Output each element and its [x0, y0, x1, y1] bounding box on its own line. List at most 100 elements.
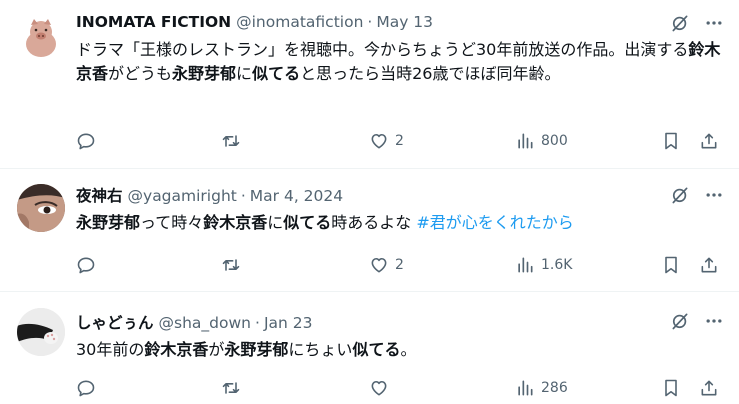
heart-icon [369, 255, 389, 275]
views-button[interactable]: 800 [515, 129, 568, 153]
display-name[interactable]: しゃどぅん [76, 311, 154, 333]
tweet-text-segment: 。 [400, 340, 417, 359]
reply-icon [76, 378, 96, 398]
retweet-button[interactable] [221, 129, 247, 153]
tweet-text-segment: と思ったら当時26歳でほぼ同年齢。 [300, 64, 561, 83]
separator-dot: · [367, 13, 373, 31]
reply-button[interactable] [76, 376, 102, 400]
share-button[interactable] [699, 129, 719, 153]
tweet-text: 永野芽郁って時々鈴木京香に似てる時あるよな #君が心をくれたから [76, 211, 721, 235]
tweet-header: 夜神右 @yagamiright · Mar 4, 2024 [76, 184, 343, 206]
reply-button[interactable] [76, 253, 102, 277]
bookmark-button[interactable] [661, 376, 681, 400]
tweet-date[interactable]: May 13 [376, 13, 433, 31]
highlighted-keyword: 似てる [252, 64, 301, 83]
retweet-icon [221, 131, 241, 151]
avatar[interactable] [17, 308, 65, 356]
separator-dot: · [255, 314, 260, 332]
bookmark-icon [661, 131, 681, 151]
tweet-text-segment: にちょい [288, 340, 353, 359]
grok-slash-icon[interactable] [669, 12, 691, 34]
tweet-text-segment: に [236, 64, 253, 83]
like-button[interactable]: 2 [369, 253, 404, 277]
tweet-text: ドラマ「王様のレストラン」を視聴中。今からちょうど30年前放送の作品。出演する鈴… [76, 38, 721, 86]
tweet-text-segment: が [208, 340, 225, 359]
avatar[interactable] [17, 14, 65, 62]
highlighted-keyword: 永野芽郁 [224, 340, 289, 359]
separator-dot: · [240, 187, 246, 205]
user-handle[interactable]: @sha_down [159, 314, 251, 332]
more-dots-icon[interactable] [703, 310, 725, 332]
highlighted-keyword: 鈴木京香 [203, 213, 268, 232]
share-icon [699, 131, 719, 151]
user-handle[interactable]: @yagamiright [128, 187, 237, 205]
retweet-button[interactable] [221, 376, 247, 400]
like-button[interactable] [369, 376, 395, 400]
views-button[interactable]: 286 [515, 376, 568, 400]
retweet-icon [221, 255, 241, 275]
display-name[interactable]: INOMATA FICTION [76, 13, 231, 31]
views-bar-icon [515, 131, 535, 151]
tweet-header: しゃどぅん @sha_down · Jan 23 [76, 311, 312, 333]
highlighted-keyword: 永野芽郁 [76, 213, 141, 232]
grok-slash-icon[interactable] [669, 310, 691, 332]
tweet-yagami[interactable]: 夜神右 @yagamiright · Mar 4, 2024 永野芽郁って時々鈴… [0, 169, 739, 291]
bookmark-icon [661, 378, 681, 398]
share-icon [699, 378, 719, 398]
highlighted-keyword: 似てる [283, 213, 332, 232]
highlighted-keyword: 鈴木京香 [144, 340, 209, 359]
bookmark-button[interactable] [661, 129, 681, 153]
reply-button[interactable] [76, 129, 102, 153]
tweet-actions: 286 [76, 376, 725, 400]
like-count: 2 [395, 133, 404, 149]
like-count: 2 [395, 257, 404, 273]
tweet-actions: 2 1.6K [76, 253, 725, 277]
grok-slash-icon[interactable] [669, 184, 691, 206]
share-button[interactable] [699, 253, 719, 277]
views-button[interactable]: 1.6K [515, 253, 572, 277]
view-count: 286 [541, 380, 568, 396]
tweet-date[interactable]: Mar 4, 2024 [250, 187, 343, 205]
avatar[interactable] [17, 184, 65, 232]
views-bar-icon [515, 378, 535, 398]
highlighted-keyword: 永野芽郁 [172, 64, 237, 83]
tweet-top-icons [669, 184, 725, 206]
pig-avatar-image [26, 19, 56, 57]
tweet-date[interactable]: Jan 23 [264, 314, 313, 332]
tweet-text-segment: に [267, 213, 284, 232]
tweet-inomata[interactable]: INOMATA FICTION @inomatafiction · May 13… [0, 0, 739, 168]
views-bar-icon [515, 255, 535, 275]
face-closeup-avatar-image [17, 184, 65, 232]
view-count: 1.6K [541, 257, 573, 273]
reply-icon [76, 131, 96, 151]
highlighted-keyword: 似てる [352, 340, 401, 359]
more-dots-icon[interactable] [703, 12, 725, 34]
tweet-top-icons [669, 12, 725, 34]
tweet-text-segment: 30年前の [76, 340, 145, 359]
tweet-shadown[interactable]: しゃどぅん @sha_down · Jan 23 30年前の鈴木京香が永野芽郁に… [0, 292, 739, 404]
heart-icon [369, 131, 389, 151]
tweet-header: INOMATA FICTION @inomatafiction · May 13 [76, 13, 433, 31]
tweet-text-segment: 時あるよな [331, 213, 417, 232]
display-name[interactable]: 夜神右 [76, 184, 123, 206]
tweet-text: 30年前の鈴木京香が永野芽郁にちょい似てる。 [76, 338, 721, 362]
retweet-button[interactable] [221, 253, 247, 277]
tweet-text-segment: がどうも [108, 64, 173, 83]
bookmark-icon [661, 255, 681, 275]
more-dots-icon[interactable] [703, 184, 725, 206]
like-button[interactable]: 2 [369, 129, 404, 153]
user-handle[interactable]: @inomatafiction [236, 13, 363, 31]
tweet-actions: 2 800 [76, 129, 725, 153]
reply-icon [76, 255, 96, 275]
share-icon [699, 255, 719, 275]
tweet-text-segment: って時々 [140, 213, 204, 232]
tweet-text-segment: ドラマ「王様のレストラン」を視聴中。今からちょうど30年前放送の作品。出演する [76, 40, 689, 59]
bookmark-button[interactable] [661, 253, 681, 277]
share-button[interactable] [699, 376, 719, 400]
cat-paw-avatar-image [17, 308, 65, 356]
retweet-icon [221, 378, 241, 398]
tweet-top-icons [669, 310, 725, 332]
hashtag-link[interactable]: #君が心をくれたから [416, 213, 573, 232]
view-count: 800 [541, 133, 568, 149]
heart-icon [369, 378, 389, 398]
